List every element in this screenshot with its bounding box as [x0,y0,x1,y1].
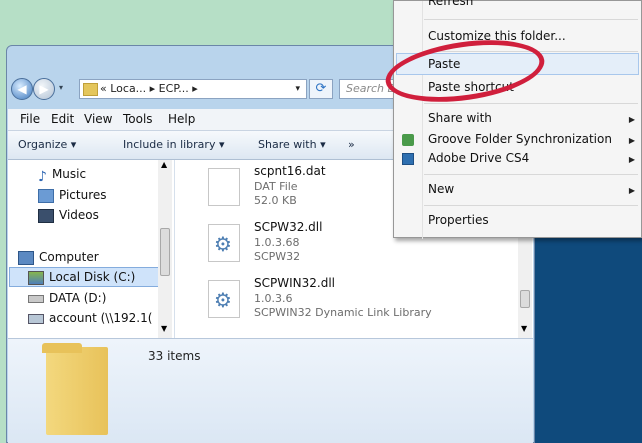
submenu-arrow-icon: ▶ [628,115,635,124]
drive-icon [28,294,44,303]
context-menu-icon-column [422,1,423,239]
menu-file[interactable]: File [20,112,40,126]
scroll-down-icon[interactable]: ▼ [161,324,167,333]
menu-item-adobe-drive[interactable]: Adobe Drive CS4 [428,151,529,165]
file-name: SCPW32.dll [254,220,323,234]
nav-scrollbar-thumb[interactable] [160,228,170,276]
menu-separator [424,174,638,175]
file-version: 1.0.3.68 [254,236,300,249]
file-name: SCPWIN32.dll [254,276,335,290]
nav-scrollbar[interactable]: ▲ ▼ [158,160,172,338]
menu-item-groove-sync[interactable]: Groove Folder Synchronization [428,132,612,146]
menu-separator [424,205,638,206]
recent-pages-dropdown[interactable]: ▾ [55,78,67,100]
forward-button[interactable]: ▶ [33,78,55,100]
more-commands-button[interactable]: » [348,138,355,151]
file-version: 1.0.3.6 [254,292,293,305]
menu-edit[interactable]: Edit [51,112,74,126]
file-size: 52.0 KB [254,194,297,207]
menu-item-new[interactable]: New [428,182,454,196]
file-name: scpnt16.dat [254,164,326,178]
file-description: SCPW32 [254,250,301,263]
address-bar[interactable]: « Loca... ▸ ECP... ▸ ▾ [79,79,307,99]
menu-item-share-with[interactable]: Share with [428,111,492,125]
nav-item-data-drive[interactable]: DATA (D:) [28,289,106,307]
dll-file-icon [208,280,240,318]
file-type: DAT File [254,180,298,193]
refresh-icon[interactable]: ⟳ [309,79,333,99]
context-menu: Refresh Customize this folder... Paste P… [393,0,642,239]
local-disk-icon [28,270,44,285]
back-button[interactable]: ◀ [11,78,33,100]
nav-item-videos[interactable]: Videos [38,206,99,224]
submenu-arrow-icon: ▶ [628,155,635,164]
item-count: 33 items [148,349,201,363]
file-description: SCPWIN32 Dynamic Link Library [254,306,432,319]
menu-item-refresh[interactable]: Refresh [428,0,473,8]
menu-view[interactable]: View [84,112,112,126]
menu-separator [424,103,638,104]
include-in-library-button[interactable]: Include in library ▾ [123,138,224,151]
address-dropdown-icon[interactable]: ▾ [295,80,300,98]
scroll-up-icon[interactable]: ▲ [161,160,167,169]
nav-item-music[interactable]: ♪ Music [38,165,86,185]
share-with-button[interactable]: Share with ▾ [258,138,326,151]
menu-help[interactable]: Help [168,112,195,126]
organize-button[interactable]: Organize ▾ [18,138,76,151]
menu-item-properties[interactable]: Properties [428,213,489,227]
dat-file-icon [208,168,240,206]
videos-icon [38,208,54,223]
pictures-icon [38,188,54,203]
folder-icon [83,83,98,96]
file-list-scrollbar-thumb[interactable] [520,290,530,308]
details-pane: 33 items [8,338,533,443]
folder-icon [42,343,108,435]
dll-file-icon [208,224,240,262]
navigation-pane: ♪ Music Pictures Videos Computer Local Di… [8,160,175,338]
adobe-drive-icon [402,153,414,165]
groove-icon [402,134,414,146]
nav-item-computer[interactable]: Computer [18,248,99,266]
network-drive-icon [28,313,44,324]
menu-separator [424,19,638,20]
submenu-arrow-icon: ▶ [628,186,635,195]
nav-item-pictures[interactable]: Pictures [38,186,107,204]
scroll-down-icon[interactable]: ▼ [521,324,527,333]
nav-item-network-account[interactable]: account (\\192.1( [28,309,152,327]
submenu-arrow-icon: ▶ [628,136,635,145]
nav-item-local-disk[interactable]: Local Disk (C:) [28,268,135,286]
address-breadcrumb: « Loca... ▸ ECP... ▸ [100,82,198,95]
computer-icon [18,250,34,265]
music-icon: ♪ [38,168,47,185]
menu-tools[interactable]: Tools [123,112,153,126]
